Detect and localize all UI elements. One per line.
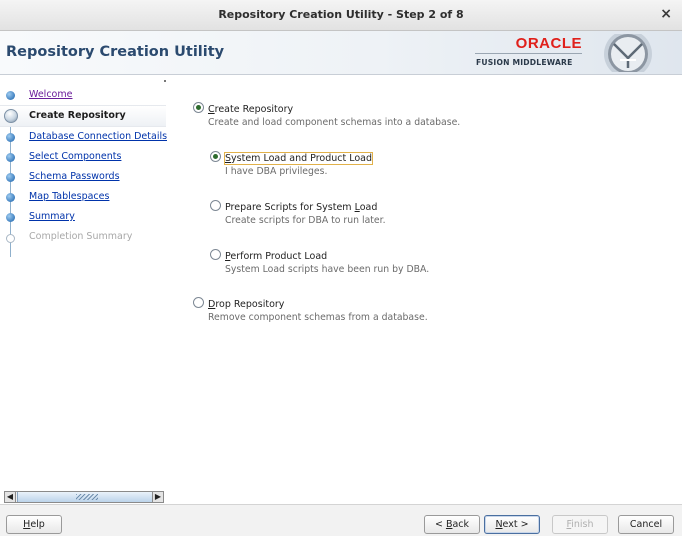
option-description: Create scripts for DBA to run later.: [225, 215, 386, 226]
step-map-tablespaces[interactable]: Map Tablespaces: [0, 187, 166, 207]
step-pending-icon: [6, 234, 15, 243]
step-label[interactable]: Summary: [29, 211, 75, 222]
scrollbar-grip: [76, 494, 98, 500]
step-icon: [6, 193, 15, 202]
scroll-left-icon[interactable]: ◀: [5, 492, 16, 502]
option-label: Drop Repository: [208, 299, 285, 310]
option-drop-repository[interactable]: Drop Repository Remove component schemas…: [193, 297, 428, 323]
option-description: Remove component schemas from a database…: [208, 312, 428, 323]
oracle-logo: ORACLE: [515, 35, 582, 52]
close-icon[interactable]: ×: [660, 6, 672, 22]
step-complete-icon: [6, 91, 15, 100]
back-button[interactable]: < Back: [424, 515, 480, 534]
option-label: Perform Product Load: [225, 251, 328, 262]
step-schema-passwords[interactable]: Schema Passwords: [0, 167, 166, 187]
step-label: Create Repository: [29, 110, 126, 121]
step-welcome[interactable]: Welcome: [0, 85, 166, 105]
step-label[interactable]: Map Tablespaces: [29, 191, 109, 202]
option-prepare-scripts[interactable]: Prepare Scripts for System Load Create s…: [210, 200, 386, 226]
step-label[interactable]: Welcome: [29, 89, 72, 100]
step-icon: [6, 153, 15, 162]
option-description: Create and load component schemas into a…: [208, 117, 461, 128]
option-system-load-and-product-load[interactable]: System Load and Product Load I have DBA …: [210, 151, 374, 177]
help-button[interactable]: Help: [6, 515, 62, 534]
option-label: Create Repository: [208, 104, 294, 115]
step-icon: [6, 133, 15, 142]
option-description: I have DBA privileges.: [225, 166, 328, 177]
step-icon: [6, 213, 15, 222]
wizard-steps: Welcome Create Repository Database Conne…: [0, 85, 167, 257]
main-content: Create Repository Create and load compon…: [167, 75, 682, 504]
window-title: Repository Creation Utility - Step 2 of …: [218, 8, 464, 21]
app-banner: Repository Creation Utility ORACLE FUSIO…: [0, 31, 682, 75]
scroll-right-icon[interactable]: ▶: [152, 492, 163, 502]
sidebar-horizontal-scrollbar[interactable]: ◀ ▶: [4, 491, 164, 503]
step-create-repository: Create Repository: [0, 105, 166, 127]
step-completion-summary: Completion Summary: [0, 227, 166, 247]
option-description: System Load scripts have been run by DBA…: [225, 264, 430, 275]
create-repository-radio[interactable]: [193, 102, 204, 113]
option-perform-product-load[interactable]: Perform Product Load System Load scripts…: [210, 249, 429, 275]
step-icon: [6, 173, 15, 182]
step-label[interactable]: Schema Passwords: [29, 171, 120, 182]
system-load-radio[interactable]: [210, 151, 221, 162]
drop-repository-radio[interactable]: [193, 297, 204, 308]
step-label: Completion Summary: [29, 231, 133, 242]
option-create-repository[interactable]: Create Repository Create and load compon…: [193, 102, 460, 128]
banner-graphic-icon: [604, 34, 652, 72]
option-label: System Load and Product Load: [223, 152, 374, 165]
scrollbar-thumb[interactable]: [17, 492, 153, 502]
prepare-scripts-radio[interactable]: [210, 200, 221, 211]
app-title: Repository Creation Utility: [6, 44, 225, 60]
cancel-button[interactable]: Cancel: [618, 515, 674, 534]
step-label[interactable]: Select Components: [29, 151, 121, 162]
window-titlebar: Repository Creation Utility - Step 2 of …: [0, 0, 682, 31]
step-current-icon: [4, 109, 18, 123]
logo-divider: [475, 53, 582, 54]
panel-splitter[interactable]: [164, 80, 166, 82]
next-button[interactable]: Next >: [484, 515, 540, 534]
finish-button: Finish: [552, 515, 608, 534]
step-summary[interactable]: Summary: [0, 207, 166, 227]
step-database-connection-details[interactable]: Database Connection Details: [0, 127, 167, 147]
wizard-steps-panel: Welcome Create Repository Database Conne…: [0, 75, 167, 504]
step-label[interactable]: Database Connection Details: [29, 131, 167, 142]
perform-product-load-radio[interactable]: [210, 249, 221, 260]
option-label: Prepare Scripts for System Load: [225, 202, 378, 213]
fusion-middleware-label: FUSION MIDDLEWARE: [476, 58, 573, 67]
step-select-components[interactable]: Select Components: [0, 147, 166, 167]
wizard-button-bar: Help < Back Next > Finish Cancel: [0, 504, 682, 536]
